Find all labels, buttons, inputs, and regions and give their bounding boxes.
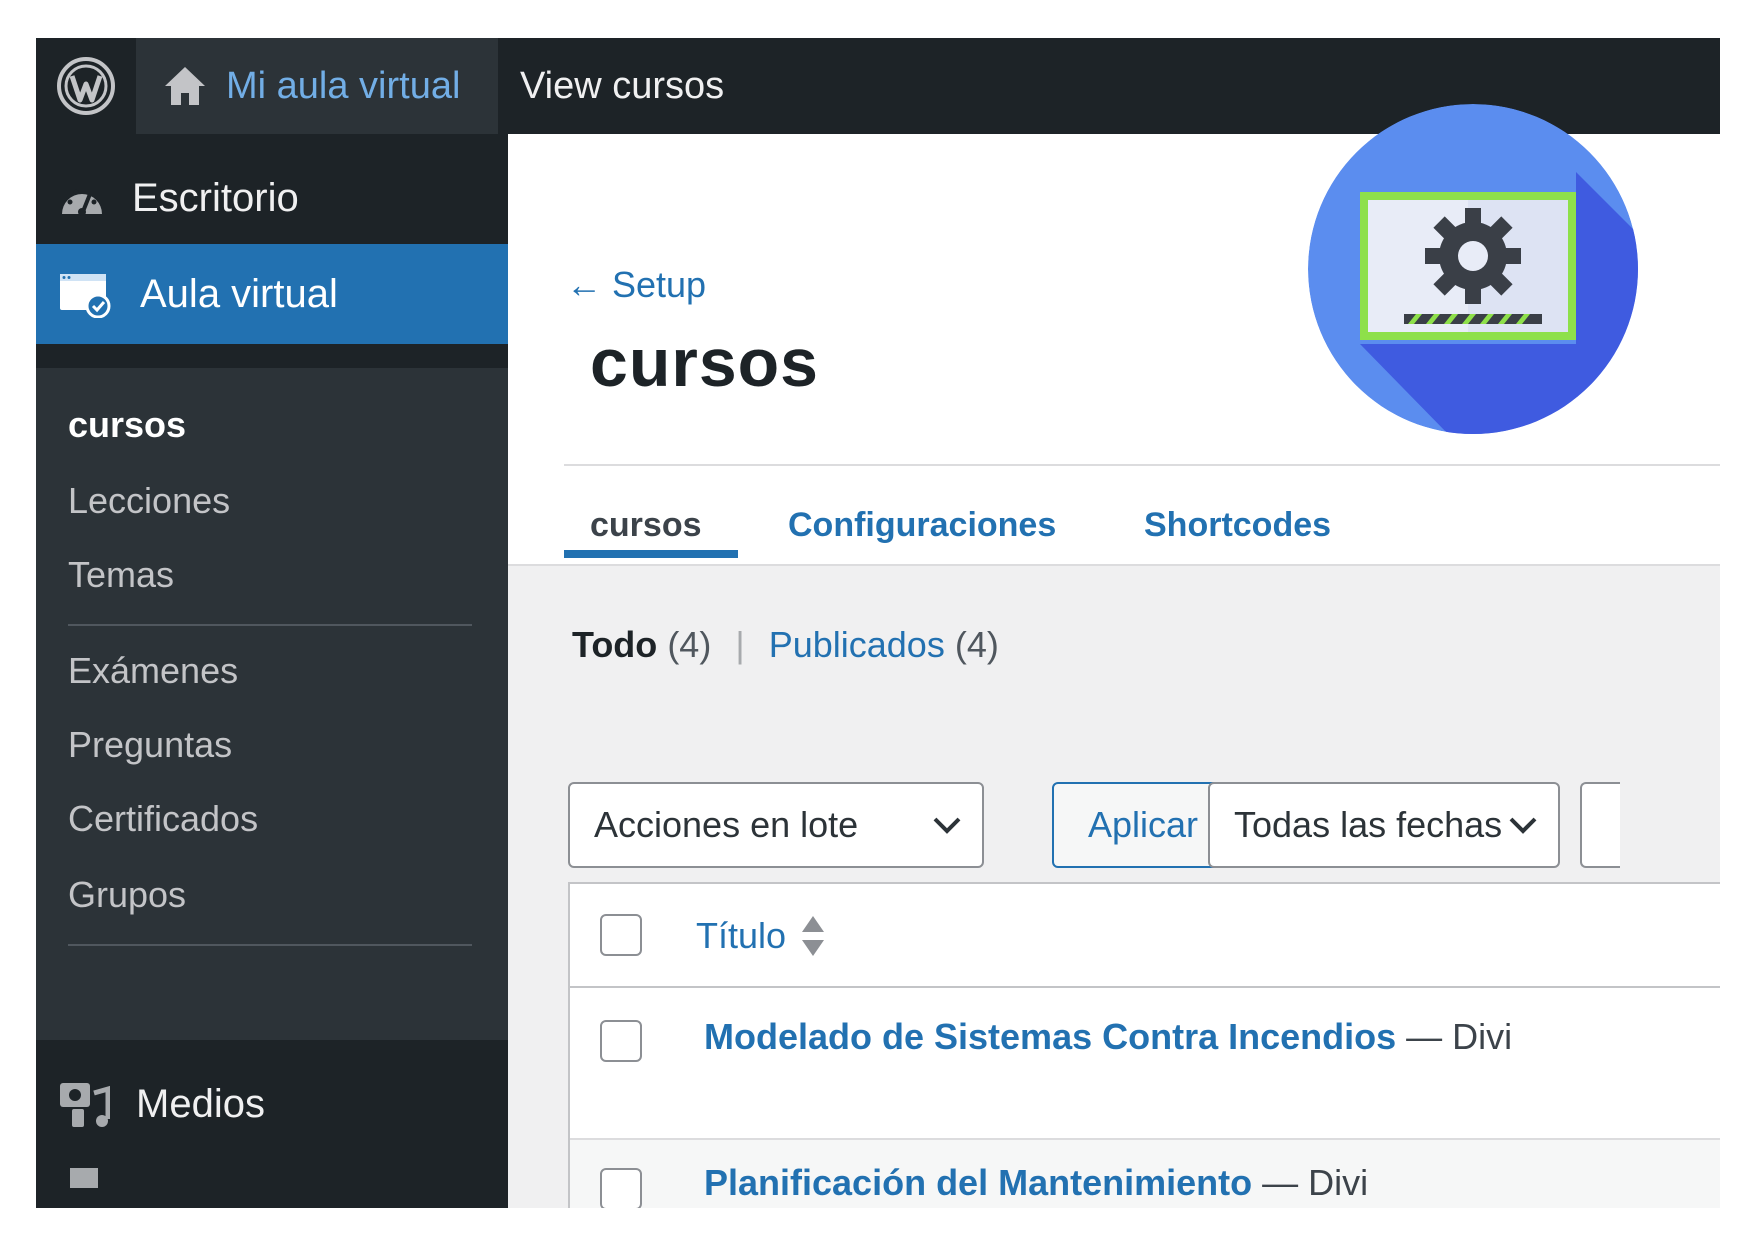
active-tab-indicator <box>564 550 738 558</box>
bulk-actions-select[interactable]: Acciones en lote <box>568 782 984 868</box>
site-name-label: Mi aula virtual <box>226 64 461 107</box>
table-row: Planificación del Mantenimiento — Divi <box>570 1138 1720 1208</box>
submenu-item-examenes[interactable]: Exámenes <box>68 650 238 692</box>
filter-all-count: (4) <box>667 624 712 665</box>
submenu-item-cursos[interactable]: cursos <box>68 404 186 446</box>
filter-published-count: (4) <box>954 624 999 665</box>
back-to-setup-link[interactable]: ← Setup <box>566 264 706 306</box>
submenu-divider <box>68 624 472 626</box>
filter-all[interactable]: Todo <box>572 624 657 665</box>
submenu-divider <box>68 944 472 946</box>
submenu-item-temas[interactable]: Temas <box>68 554 174 596</box>
select-all-checkbox[interactable] <box>600 914 642 956</box>
date-filter-value: Todas las fechas <box>1234 804 1503 845</box>
submenu-item-preguntas[interactable]: Preguntas <box>68 724 232 766</box>
page-title: cursos <box>590 325 819 401</box>
submenu-item-grupos[interactable]: Grupos <box>68 874 186 916</box>
sidebar-item-label: Medios <box>136 1081 265 1126</box>
admin-sidebar: Escritorio Aula virtual cursos Lecciones… <box>36 134 508 1208</box>
filter-separator: | <box>735 624 745 665</box>
course-title-suffix: — Divi <box>1262 1162 1369 1203</box>
view-courses-link[interactable]: View cursos <box>520 38 724 134</box>
submenu-item-certificados[interactable]: Certificados <box>68 798 258 840</box>
row-checkbox[interactable] <box>600 1020 642 1062</box>
dashboard-gauge-icon <box>62 189 102 216</box>
tab-shortcodes[interactable]: Shortcodes <box>1144 506 1331 545</box>
bulk-actions-value: Acciones en lote <box>594 804 859 845</box>
submenu-item-lecciones[interactable]: Lecciones <box>68 480 230 522</box>
chevron-down-icon <box>933 817 961 834</box>
sidebar-item-dashboard[interactable]: Escritorio <box>36 148 508 248</box>
browser-frame: Mi aula virtual View cursos Escritorio A… <box>36 38 1720 1208</box>
sidebar-item-aula-virtual[interactable]: Aula virtual <box>36 244 508 344</box>
chevron-down-icon <box>1509 817 1537 834</box>
filter-published[interactable]: Publicados <box>769 624 945 665</box>
course-title[interactable]: Planificación del Mantenimiento <box>704 1162 1252 1203</box>
row-checkbox[interactable] <box>600 1168 642 1208</box>
tab-configuraciones[interactable]: Configuraciones <box>788 506 1056 545</box>
table-header: Título <box>570 884 1720 988</box>
category-filter-select[interactable] <box>1580 782 1620 868</box>
table-row: Modelado de Sistemas Contra Incendios — … <box>570 988 1720 1138</box>
header-divider <box>564 464 1720 466</box>
sort-arrows-icon <box>802 916 825 956</box>
home-icon <box>165 67 205 105</box>
courses-table: Título Modelado de Sistemas Contra Incen… <box>568 882 1720 1208</box>
course-certificate-icon <box>60 274 111 318</box>
wordpress-logo-icon[interactable] <box>36 38 136 134</box>
date-filter-select[interactable]: Todas las fechas <box>1208 782 1560 868</box>
sidebar-item-label: Aula virtual <box>140 271 338 316</box>
sidebar-item-media[interactable]: Medios <box>36 1054 508 1154</box>
tab-cursos[interactable]: cursos <box>590 506 702 545</box>
course-title-link[interactable]: Modelado de Sistemas Contra Incendios — … <box>704 1016 1512 1058</box>
settings-screen-badge-icon <box>1308 104 1638 434</box>
sidebar-item-label: Escritorio <box>132 175 299 220</box>
course-title-suffix: — Divi <box>1406 1016 1513 1057</box>
header-bottom-border <box>508 564 1720 566</box>
sidebar-submenu: cursos Lecciones Temas Exámenes Pregunta… <box>36 368 508 1040</box>
course-title[interactable]: Modelado de Sistemas Contra Incendios <box>704 1016 1396 1057</box>
course-title-link[interactable]: Planificación del Mantenimiento — Divi <box>704 1162 1368 1204</box>
site-name-link[interactable]: Mi aula virtual <box>136 38 498 134</box>
media-icon <box>60 1083 110 1127</box>
status-filters: Todo (4) | Publicados (4) <box>572 624 999 666</box>
apply-button[interactable]: Aplicar <box>1052 782 1234 868</box>
column-title-label: Título <box>696 915 787 956</box>
next-menu-icon <box>70 1168 98 1188</box>
column-title-header[interactable]: Título <box>696 914 826 958</box>
